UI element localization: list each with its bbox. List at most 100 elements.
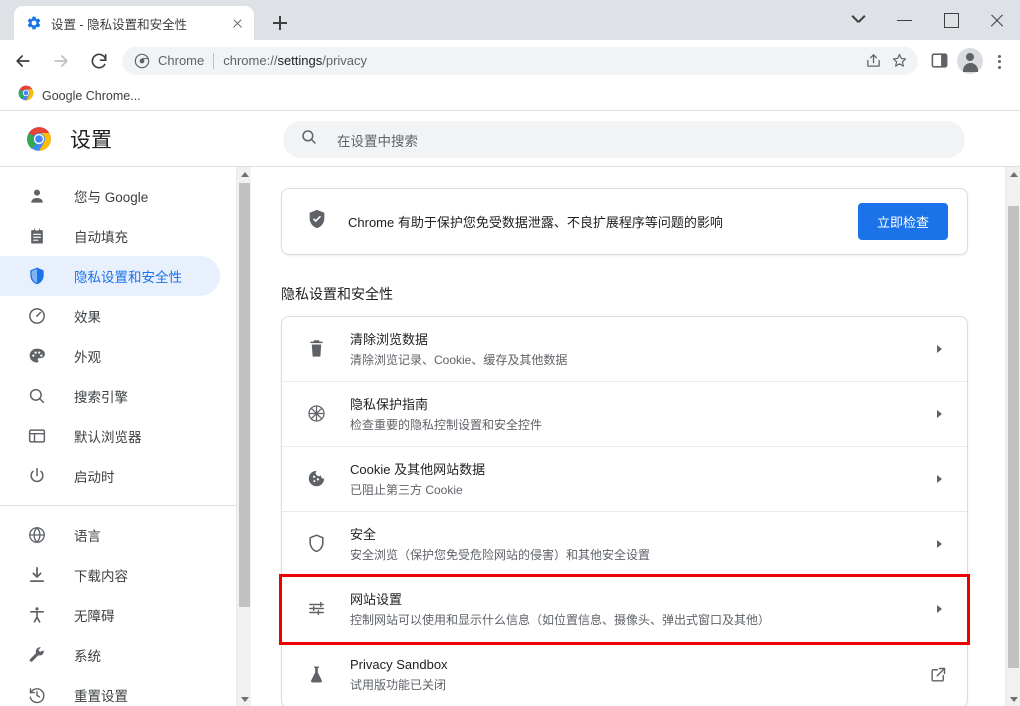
privacy-settings-card: 清除浏览数据清除浏览记录、Cookie、缓存及其他数据隐私保护指南检查重要的隐私…: [281, 316, 968, 706]
bookmarks-bar: Google Chrome...: [0, 81, 1020, 111]
chevron-right-icon[interactable]: [929, 469, 949, 489]
close-icon[interactable]: [974, 0, 1020, 40]
sidebar-item-2[interactable]: 下载内容: [0, 555, 220, 595]
settings-row[interactable]: 安全安全浏览（保护您免受危险网站的侵害）和其他安全设置: [282, 512, 967, 577]
three-dot-menu-icon[interactable]: [986, 46, 1012, 76]
sidebar-scrollbar[interactable]: [236, 167, 251, 706]
sidebar-item-label: 下载内容: [74, 565, 128, 585]
settings-row-subtitle: 安全浏览（保护您免受危险网站的侵害）和其他安全设置: [350, 546, 929, 564]
settings-main-panel: Chrome 有助于保护您免受数据泄露、不良扩展程序等问题的影响 立即检查 隐私…: [252, 167, 1005, 706]
settings-row[interactable]: Privacy Sandbox 试用版功能已关闭: [282, 642, 967, 706]
settings-content: 您与 Google 自动填充隐私设置和安全性效果外观搜索引擎默认浏览器启动时 语言…: [0, 166, 1020, 706]
external-link-icon[interactable]: [929, 665, 949, 685]
settings-row[interactable]: 隐私保护指南检查重要的隐私控制设置和安全控件: [282, 382, 967, 447]
share-icon[interactable]: [860, 48, 886, 74]
trash-icon: [306, 338, 328, 360]
omnibox-separator: [213, 53, 214, 69]
scroll-down-arrow-icon[interactable]: [237, 692, 252, 706]
download-icon: [27, 565, 47, 585]
forward-arrow-icon[interactable]: [46, 46, 76, 76]
scroll-up-arrow-icon[interactable]: [237, 167, 252, 182]
globe-icon: [27, 525, 47, 545]
main-scrollbar[interactable]: [1005, 167, 1020, 706]
sidebar-item-label: 语言: [74, 525, 101, 545]
bookmark-item[interactable]: Google Chrome...: [12, 82, 147, 109]
main-scrollbar-thumb[interactable]: [1008, 206, 1019, 668]
maximize-icon[interactable]: [928, 0, 974, 40]
sidebar-item-5[interactable]: 重置设置: [0, 675, 220, 706]
settings-header: 设置 在设置中搜索: [0, 111, 1020, 166]
sidebar-item-label: 外观: [74, 346, 101, 366]
address-bar[interactable]: Chrome chrome://settings/privacy: [122, 47, 918, 75]
star-icon[interactable]: [886, 48, 912, 74]
sidebar-item-4[interactable]: 效果: [0, 296, 220, 336]
search-icon: [300, 128, 318, 151]
chevron-right-icon[interactable]: [929, 534, 949, 554]
settings-row-text: 安全安全浏览（保护您免受危险网站的侵害）和其他安全设置: [350, 525, 929, 564]
sidebar-item-8[interactable]: 启动时: [0, 456, 220, 496]
wrench-icon: [27, 645, 47, 665]
scroll-up-arrow-icon[interactable]: [1006, 167, 1020, 182]
chevron-down-icon[interactable]: [836, 0, 882, 40]
page-title: 设置: [70, 124, 112, 154]
chevron-right-icon[interactable]: [929, 339, 949, 359]
sidebar-divider: [0, 505, 236, 506]
search-input[interactable]: 在设置中搜索: [283, 121, 965, 158]
settings-row-subtitle: 试用版功能已关闭: [350, 676, 929, 694]
safety-check-text: Chrome 有助于保护您免受数据泄露、不良扩展程序等问题的影响: [348, 212, 858, 231]
safety-check-card: Chrome 有助于保护您免受数据泄露、不良扩展程序等问题的影响 立即检查: [281, 188, 968, 255]
settings-row-subtitle: 清除浏览记录、Cookie、缓存及其他数据: [350, 351, 929, 369]
settings-page: 设置 在设置中搜索 您与 Google 自动填充隐私设置和安全性效果外观搜索引擎默…: [0, 111, 1020, 706]
settings-row-text: 清除浏览数据清除浏览记录、Cookie、缓存及其他数据: [350, 330, 929, 369]
shield-outline-icon: [306, 533, 328, 555]
reload-icon[interactable]: [84, 46, 114, 76]
clipboard-icon: [27, 226, 47, 246]
settings-row-title: Cookie 及其他网站数据: [350, 460, 929, 479]
minimize-icon[interactable]: [882, 0, 928, 40]
sidebar-item-5[interactable]: 外观: [0, 336, 220, 376]
settings-row[interactable]: 清除浏览数据清除浏览记录、Cookie、缓存及其他数据: [282, 317, 967, 382]
sidebar-item-7[interactable]: 默认浏览器: [0, 416, 220, 456]
tune-icon: [306, 598, 328, 620]
avatar[interactable]: [957, 48, 983, 74]
sidebar-item-3[interactable]: 无障碍: [0, 595, 220, 635]
new-tab-button[interactable]: [266, 9, 294, 37]
omnibox-actions: [860, 47, 912, 75]
sidebar-item-6[interactable]: 搜索引擎: [0, 376, 220, 416]
settings-row[interactable]: Cookie 及其他网站数据已阻止第三方 Cookie: [282, 447, 967, 512]
sidebar-item-label: 您与 Google: [74, 186, 148, 206]
sidebar-item-label: 自动填充: [74, 226, 128, 246]
chevron-right-icon[interactable]: [929, 404, 949, 424]
gear-icon: [26, 15, 42, 31]
side-panel-icon[interactable]: [924, 46, 954, 76]
palette-icon: [27, 346, 47, 366]
sidebar-group-secondary: 语言下载内容无障碍系统重置设置: [0, 515, 236, 706]
settings-row-highlighted[interactable]: 网站设置控制网站可以使用和显示什么信息（如位置信息、摄像头、弹出式窗口及其他）: [282, 577, 967, 642]
settings-row-title: 网站设置: [350, 590, 929, 609]
settings-row-text: Cookie 及其他网站数据已阻止第三方 Cookie: [350, 460, 929, 499]
close-icon[interactable]: [228, 14, 246, 32]
sidebar-item-4[interactable]: 系统: [0, 635, 220, 675]
sidebar-item-2[interactable]: 自动填充: [0, 216, 220, 256]
back-arrow-icon[interactable]: [8, 46, 38, 76]
chevron-right-icon[interactable]: [929, 599, 949, 619]
settings-row-text: 隐私保护指南检查重要的隐私控制设置和安全控件: [350, 395, 929, 434]
sidebar-item-label: 效果: [74, 306, 101, 326]
flask-icon: [306, 664, 328, 686]
sidebar-item-1[interactable]: 您与 Google: [0, 176, 220, 216]
browser-tab[interactable]: 设置 - 隐私设置和安全性: [14, 6, 254, 40]
search-placeholder: 在设置中搜索: [337, 130, 418, 150]
chrome-logo-icon: [18, 85, 34, 106]
browser-window: 设置 - 隐私设置和安全性: [0, 0, 1020, 706]
omnibox-scheme-label: Chrome: [158, 53, 204, 68]
run-safety-check-button[interactable]: 立即检查: [858, 203, 948, 240]
sidebar-item-3-selected[interactable]: 隐私设置和安全性: [0, 256, 220, 296]
scroll-down-arrow-icon[interactable]: [1006, 692, 1020, 706]
accessibility-icon: [27, 605, 47, 625]
sidebar-item-label: 默认浏览器: [74, 426, 142, 446]
sidebar-item-1[interactable]: 语言: [0, 515, 220, 555]
settings-sidebar: 您与 Google 自动填充隐私设置和安全性效果外观搜索引擎默认浏览器启动时 语言…: [0, 167, 236, 706]
privacy-guide-icon: [306, 403, 328, 425]
settings-row-title: Privacy Sandbox: [350, 655, 929, 674]
sidebar-scrollbar-thumb[interactable]: [239, 183, 250, 607]
